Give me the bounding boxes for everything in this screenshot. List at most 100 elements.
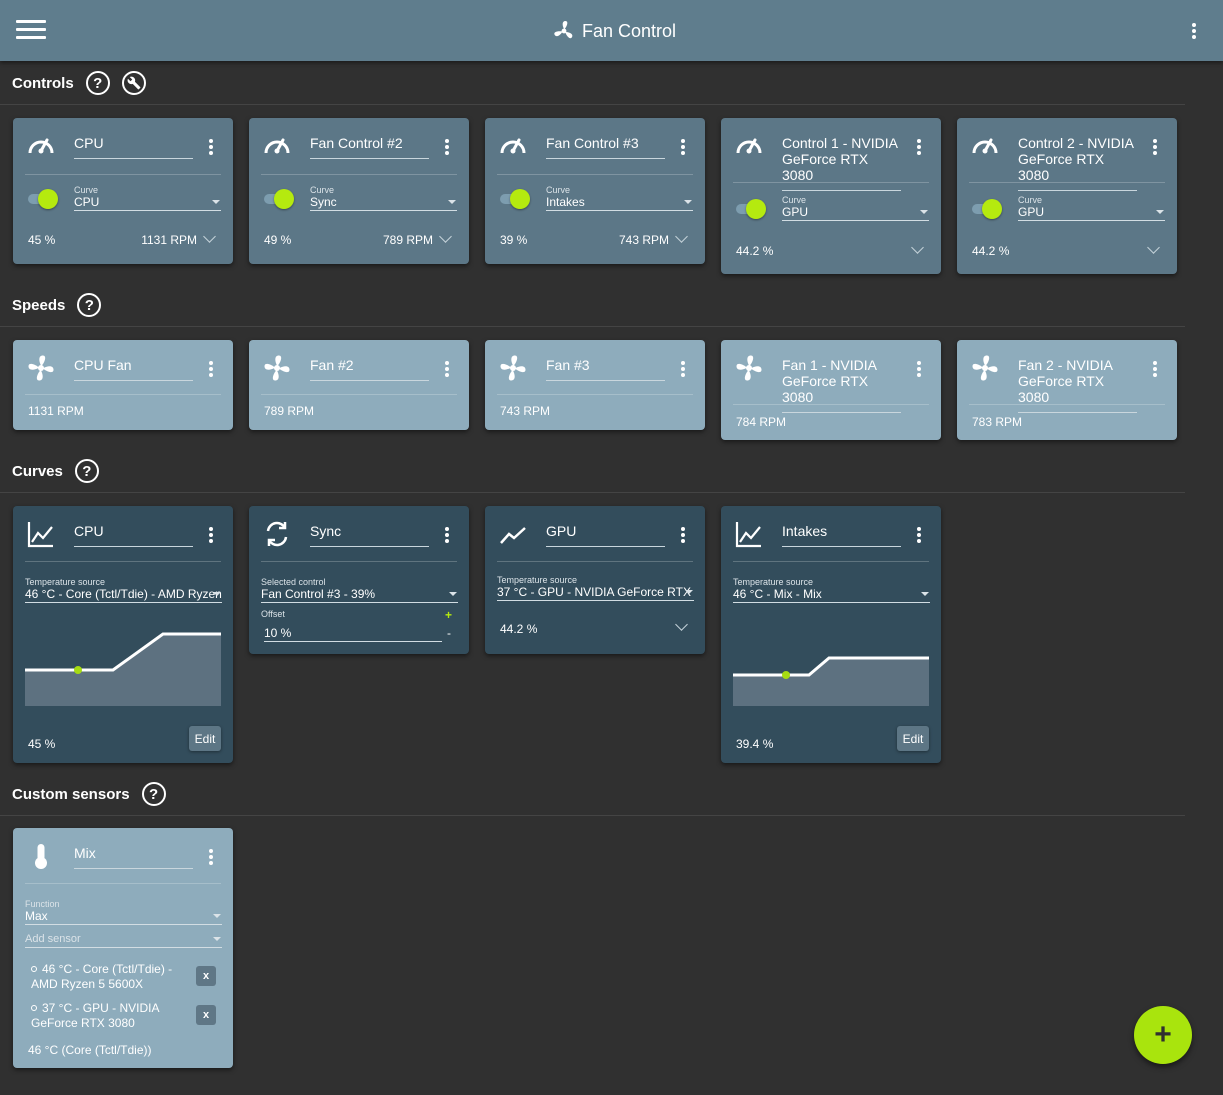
control-name[interactable]: Fan Control #3 (546, 135, 665, 159)
curve-select-label: Curve (74, 185, 221, 195)
chevron-down-icon[interactable] (203, 230, 216, 243)
plus-icon: + (1154, 1020, 1172, 1050)
speed-name[interactable]: Fan #3 (546, 357, 665, 381)
curve-name[interactable]: Intakes (782, 523, 901, 547)
temperature-source-select[interactable]: Temperature source 46 °C - Mix - Mix (733, 577, 930, 603)
curve-more-options-icon[interactable] (914, 526, 924, 544)
control-enable-toggle[interactable] (264, 189, 294, 209)
temperature-source-select[interactable]: Temperature source 37 °C - GPU - NVIDIA … (497, 575, 694, 601)
offset-decrement-button[interactable]: - (447, 626, 451, 640)
offset-input[interactable]: 10 % (264, 626, 442, 642)
control-curve-select[interactable]: Curve CPU (74, 185, 221, 211)
curve-name[interactable]: Sync (310, 523, 429, 547)
card-separator (969, 182, 1165, 183)
speed-more-options-icon[interactable] (1150, 360, 1160, 378)
thermometer-icon (26, 841, 56, 871)
selected-control-label: Selected control (261, 577, 458, 587)
add-fab-button[interactable]: + (1134, 1006, 1192, 1064)
control-enable-toggle[interactable] (736, 199, 766, 219)
control-enable-toggle[interactable] (28, 189, 58, 209)
speed-name[interactable]: Fan #2 (310, 357, 429, 381)
curve-edit-button[interactable]: Edit (189, 726, 221, 751)
curve-output: 44.2 % (500, 622, 537, 636)
chevron-down-icon[interactable] (911, 241, 924, 254)
control-curve-select[interactable]: Curve GPU (782, 195, 929, 221)
control-more-options-icon[interactable] (442, 138, 452, 156)
fan-icon (262, 353, 292, 383)
chevron-down-icon[interactable] (675, 618, 688, 631)
caret-down-icon (449, 592, 457, 596)
curve-more-options-icon[interactable] (206, 526, 216, 544)
control-more-options-icon[interactable] (206, 138, 216, 156)
add-sensor-select[interactable]: Add sensor (25, 932, 222, 948)
graph-line-icon (734, 519, 764, 549)
curve-card-cpu: CPU Temperature source 46 °C - Core (Tct… (13, 506, 233, 763)
curve-edit-button[interactable]: Edit (897, 726, 929, 751)
curve-select-value: Intakes (546, 195, 693, 210)
chevron-down-icon[interactable] (675, 230, 688, 243)
curve-more-options-icon[interactable] (678, 526, 688, 544)
custom-sensor-card-mix: Mix Function Max Add sensor 46 °C - Core… (13, 828, 233, 1068)
control-enable-toggle[interactable] (972, 199, 1002, 219)
speed-card-fan-2: Fan #2 789 RPM (249, 340, 469, 430)
custom-sensors-section-header: Custom sensors ? (12, 782, 166, 806)
app-bar: Fan Control (0, 0, 1223, 61)
curve-select-value: Sync (310, 195, 457, 210)
remove-sensor-button[interactable]: x (196, 966, 216, 986)
chevron-down-icon[interactable] (1147, 241, 1160, 254)
custom-sensor-more-options-icon[interactable] (206, 848, 216, 866)
intakes-curve-graph (733, 651, 929, 707)
custom-sensors-help-icon[interactable]: ? (142, 782, 166, 806)
curve-select-value: GPU (1018, 205, 1165, 220)
speed-more-options-icon[interactable] (206, 360, 216, 378)
control-more-options-icon[interactable] (1150, 138, 1160, 156)
control-enable-toggle[interactable] (500, 189, 530, 209)
curve-current-point[interactable] (782, 671, 790, 679)
selected-control-select[interactable]: Selected control Fan Control #3 - 39% (261, 577, 458, 603)
speed-more-options-icon[interactable] (678, 360, 688, 378)
controls-section-header: Controls ? (12, 71, 146, 95)
speed-name[interactable]: CPU Fan (74, 357, 193, 381)
control-name[interactable]: CPU (74, 135, 193, 159)
temperature-source-value: 37 °C - GPU - NVIDIA GeForce RTX 3080 (497, 585, 694, 600)
app-title: Fan Control (582, 21, 676, 42)
control-more-options-icon[interactable] (914, 138, 924, 156)
curve-more-options-icon[interactable] (442, 526, 452, 544)
speeds-help-icon[interactable]: ? (77, 293, 101, 317)
curve-card-sync: Sync Selected control Fan Control #3 - 3… (249, 506, 469, 654)
curve-name[interactable]: CPU (74, 523, 193, 547)
chevron-down-icon[interactable] (439, 230, 452, 243)
fan-icon (498, 353, 528, 383)
temperature-source-select[interactable]: Temperature source 46 °C - Core (Tctl/Td… (25, 577, 222, 603)
speed-more-options-icon[interactable] (442, 360, 452, 378)
control-curve-select[interactable]: Curve GPU (1018, 195, 1165, 221)
function-select[interactable]: Function Max (25, 899, 222, 925)
card-separator (261, 174, 457, 175)
control-more-options-icon[interactable] (678, 138, 688, 156)
curve-output: 39.4 % (736, 737, 773, 751)
control-curve-select[interactable]: Curve Sync (310, 185, 457, 211)
speed-more-options-icon[interactable] (914, 360, 924, 378)
hamburger-menu-icon[interactable] (16, 20, 46, 40)
controls-help-icon[interactable]: ? (86, 71, 110, 95)
remove-sensor-button[interactable]: x (196, 1005, 216, 1025)
control-curve-select[interactable]: Curve Intakes (546, 185, 693, 211)
speed-card-nvidia-fan-2: Fan 2 - NVIDIA GeForce RTX 3080 783 RPM (957, 340, 1177, 440)
speed-card-nvidia-fan-1: Fan 1 - NVIDIA GeForce RTX 3080 784 RPM (721, 340, 941, 440)
speed-rpm: 1131 RPM (28, 404, 84, 418)
offset-increment-button[interactable]: + (445, 608, 452, 622)
custom-sensor-name[interactable]: Mix (74, 845, 193, 869)
control-rpm: 789 RPM (383, 233, 433, 247)
custom-sensor-result: 46 °C (Core (Tctl/Tdie)) (28, 1043, 152, 1057)
curve-current-point[interactable] (74, 666, 82, 674)
wrench-icon[interactable] (122, 71, 146, 95)
speeds-section-title: Speeds (12, 297, 65, 314)
speed-rpm: 743 RPM (500, 404, 550, 418)
curves-help-icon[interactable]: ? (75, 459, 99, 483)
control-name[interactable]: Fan Control #2 (310, 135, 429, 159)
curve-name[interactable]: GPU (546, 523, 665, 547)
card-separator (497, 174, 693, 175)
card-separator (25, 883, 221, 884)
caret-down-icon (213, 937, 221, 941)
app-more-options-icon[interactable] (1189, 22, 1199, 40)
